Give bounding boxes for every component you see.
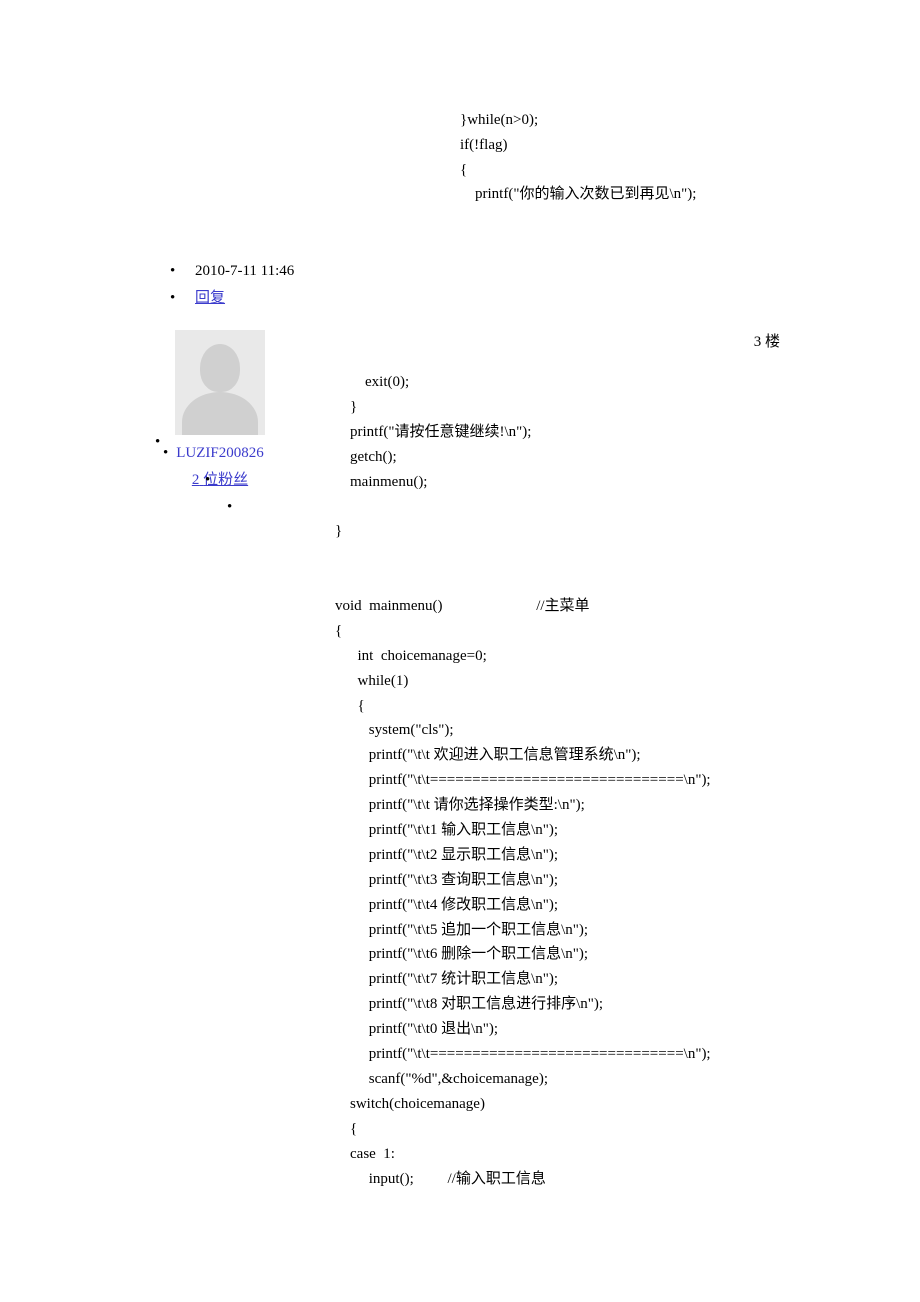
user-column: LUZIF200826 2 位粉丝 bbox=[155, 330, 285, 515]
username-link[interactable]: LUZIF200826 bbox=[176, 445, 264, 461]
avatar[interactable] bbox=[175, 330, 265, 435]
avatar-silhouette-body bbox=[182, 392, 258, 435]
post-section: 3 楼 • LUZIF200826 2 位粉丝 exit(0); } print… bbox=[155, 330, 780, 1191]
code-block-main: exit(0); } printf("请按任意键继续!\n"); getch()… bbox=[335, 370, 780, 1191]
floor-label: 3 楼 bbox=[754, 330, 780, 355]
avatar-silhouette-head bbox=[200, 344, 240, 392]
code-snippet-top: }while(n>0); if(!flag) { printf("你的输入次数已… bbox=[460, 108, 696, 207]
reply-link[interactable]: 回复 bbox=[195, 290, 225, 306]
timestamp: 2010-7-11 11:46 bbox=[195, 263, 294, 279]
post-meta-list: 2010-7-11 11:46 回复 bbox=[155, 259, 294, 313]
fans-link[interactable]: 2 位粉丝 bbox=[192, 472, 248, 488]
